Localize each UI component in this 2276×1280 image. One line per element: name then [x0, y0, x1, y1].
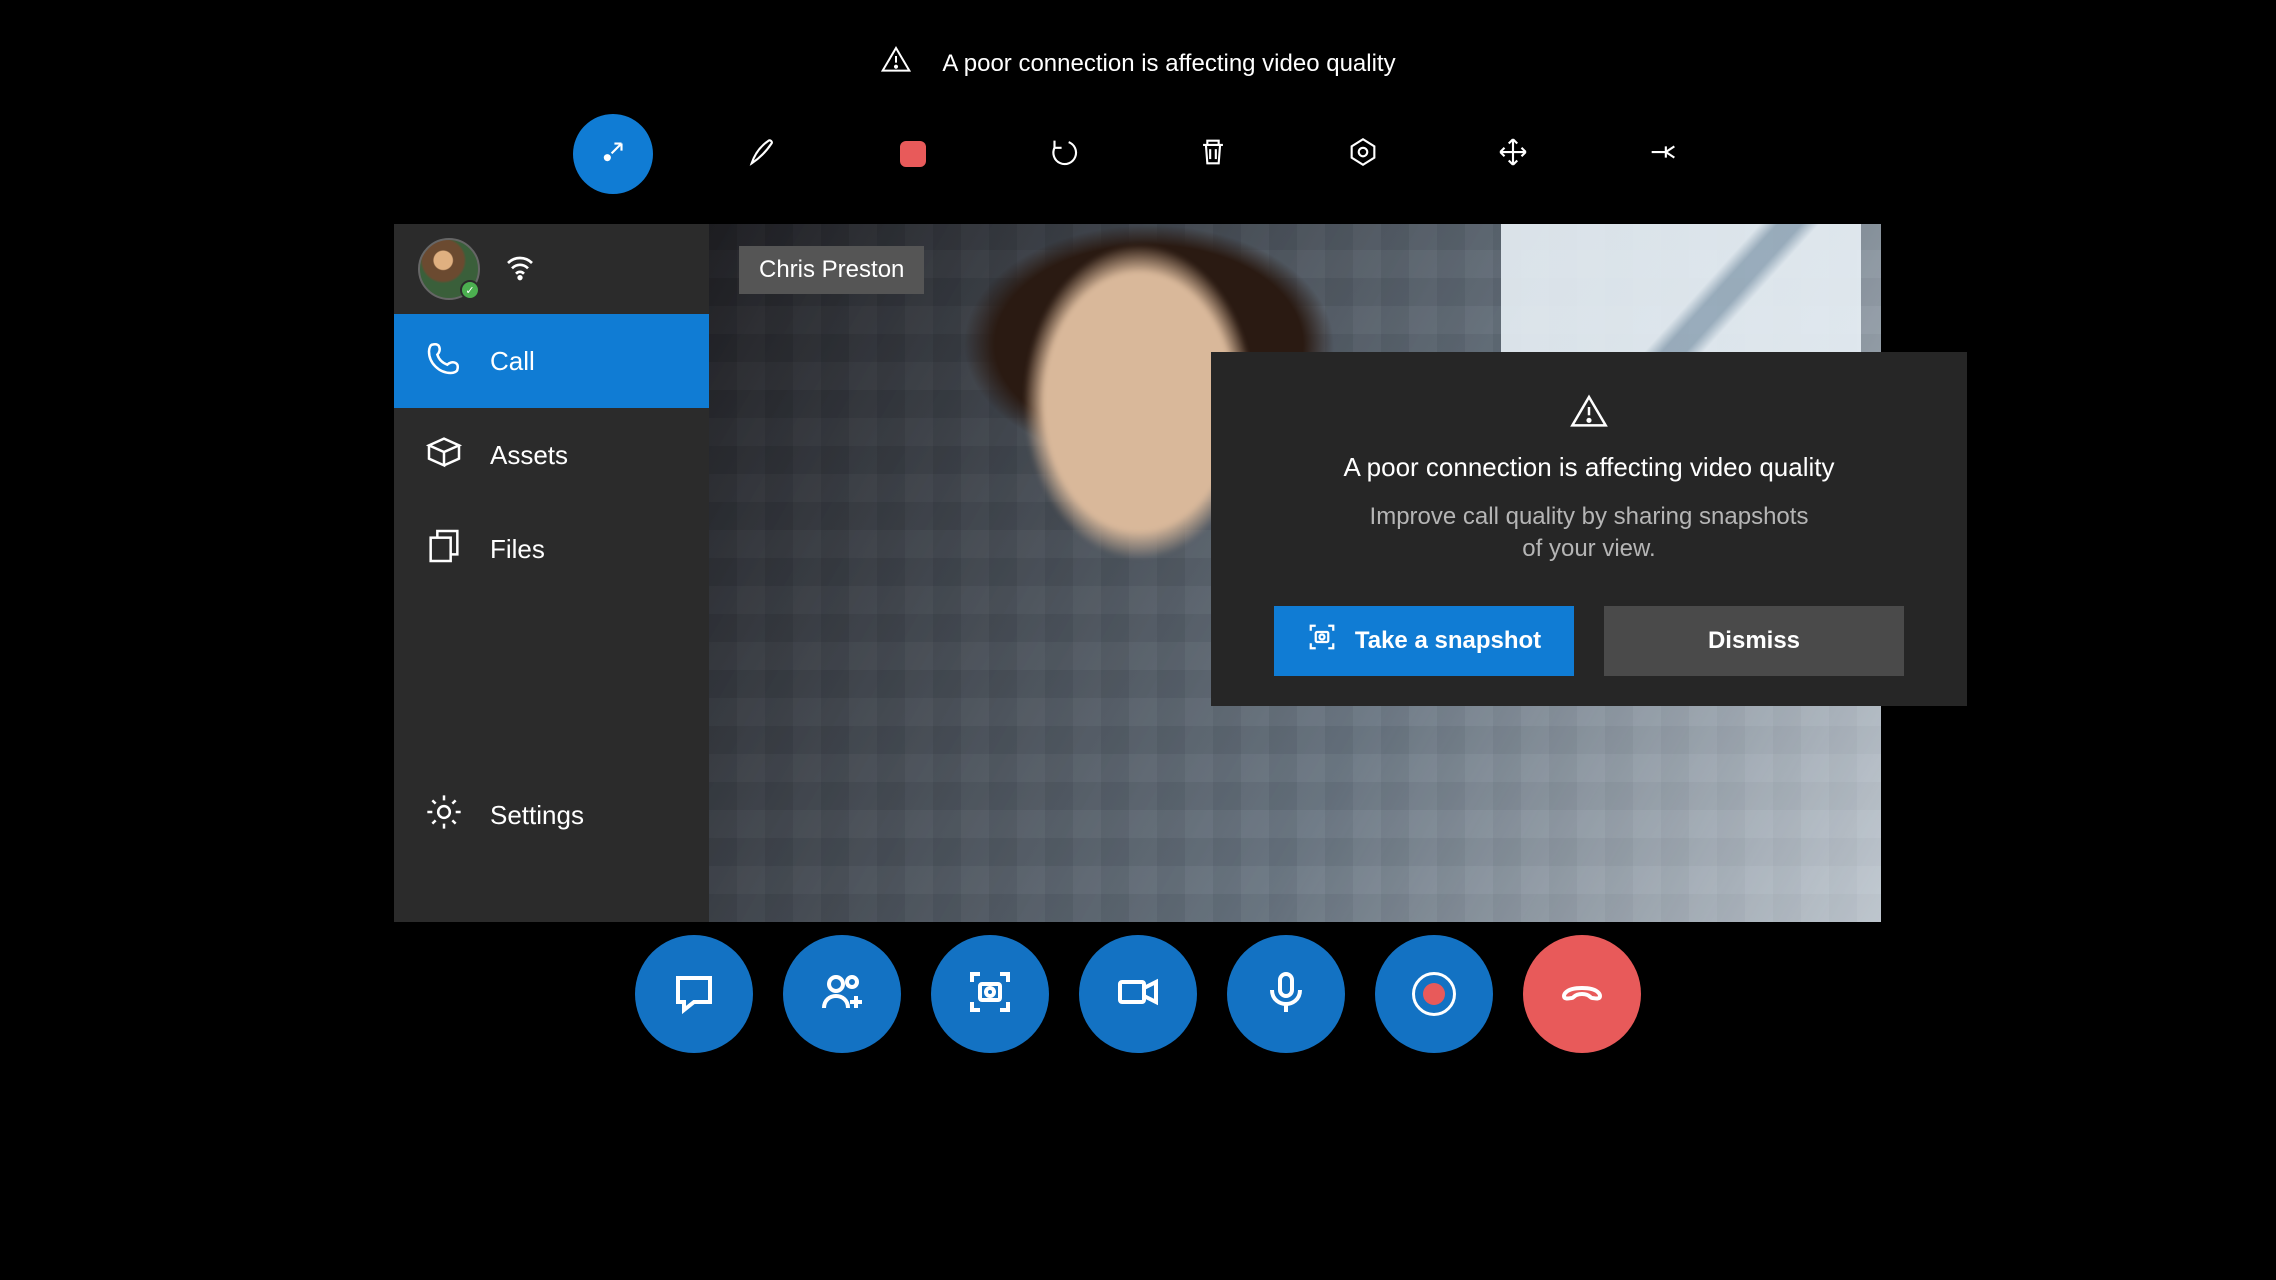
sidebar-item-label: Assets: [490, 440, 568, 471]
toolbar-undo[interactable]: [988, 135, 1138, 174]
call-controls: [0, 935, 2276, 1053]
take-snapshot-button[interactable]: Take a snapshot: [1274, 606, 1574, 676]
dialog-title: A poor connection is affecting video qua…: [1344, 452, 1835, 483]
remote-name-tag: Chris Preston: [739, 246, 924, 294]
pin-icon: [1646, 135, 1680, 174]
camera-frame-icon: [1307, 622, 1337, 659]
presence-badge: [460, 280, 480, 300]
dialog-buttons: Take a snapshot Dismiss: [1274, 606, 1904, 676]
warning-icon: [1569, 392, 1609, 432]
sidebar-nav: Call Assets Files Settings: [394, 314, 709, 922]
undo-icon: [1046, 135, 1080, 174]
sidebar-item-label: Files: [490, 534, 545, 565]
files-icon: [424, 526, 464, 573]
sidebar-item-call[interactable]: Call: [394, 314, 709, 408]
stop-record-icon: [900, 141, 926, 167]
mic-icon: [1262, 968, 1310, 1021]
top-warning-text: A poor connection is affecting video qua…: [942, 50, 1395, 78]
video-icon: [1114, 968, 1162, 1021]
toolbar-pin[interactable]: [1588, 135, 1738, 174]
dialog-body-line2: of your view.: [1522, 535, 1655, 562]
annotation-toolbar: [0, 114, 2276, 194]
avatar[interactable]: [418, 238, 480, 300]
sidebar-item-label: Settings: [490, 800, 584, 831]
sidebar-item-label: Call: [490, 346, 535, 377]
phone-icon: [424, 338, 464, 385]
connection-quality-dialog: A poor connection is affecting video qua…: [1211, 352, 1967, 706]
sidebar-item-settings[interactable]: Settings: [394, 768, 709, 862]
dialog-body-line1: Improve call quality by sharing snapshot…: [1370, 503, 1809, 530]
pen-icon: [746, 135, 780, 174]
hangup-icon: [1558, 968, 1606, 1021]
add-people-button[interactable]: [783, 935, 901, 1053]
camera-frame-icon: [966, 968, 1014, 1021]
toolbar-move[interactable]: [1438, 135, 1588, 174]
sidebar-item-assets[interactable]: Assets: [394, 408, 709, 502]
toolbar-minimize[interactable]: [538, 114, 688, 194]
dialog-body: Improve call quality by sharing snapshot…: [1370, 501, 1809, 566]
move-arrows-icon: [1496, 135, 1530, 174]
hangup-button[interactable]: [1523, 935, 1641, 1053]
warning-icon: [880, 44, 912, 83]
trash-icon: [1196, 135, 1230, 174]
mic-button[interactable]: [1227, 935, 1345, 1053]
chat-button[interactable]: [635, 935, 753, 1053]
record-button[interactable]: [1375, 935, 1493, 1053]
toolbar-aperture[interactable]: [1288, 135, 1438, 174]
people-add-icon: [818, 968, 866, 1021]
minimize-inward-icon: [596, 135, 630, 174]
video-button[interactable]: [1079, 935, 1197, 1053]
dismiss-button[interactable]: Dismiss: [1604, 606, 1904, 676]
gear-icon: [424, 792, 464, 839]
sidebar: Call Assets Files Settings: [394, 224, 709, 922]
sidebar-item-files[interactable]: Files: [394, 502, 709, 596]
toolbar-delete[interactable]: [1138, 135, 1288, 174]
box-icon: [424, 432, 464, 479]
aperture-icon: [1346, 135, 1380, 174]
button-label: Take a snapshot: [1355, 627, 1541, 655]
toolbar-stop-record[interactable]: [838, 141, 988, 167]
top-connection-warning: A poor connection is affecting video qua…: [0, 44, 2276, 83]
wifi-icon: [504, 251, 536, 288]
button-label: Dismiss: [1708, 627, 1800, 655]
sidebar-header: [394, 224, 709, 314]
chat-icon: [670, 968, 718, 1021]
record-icon: [1412, 972, 1456, 1016]
toolbar-pen[interactable]: [688, 135, 838, 174]
snapshot-button[interactable]: [931, 935, 1049, 1053]
